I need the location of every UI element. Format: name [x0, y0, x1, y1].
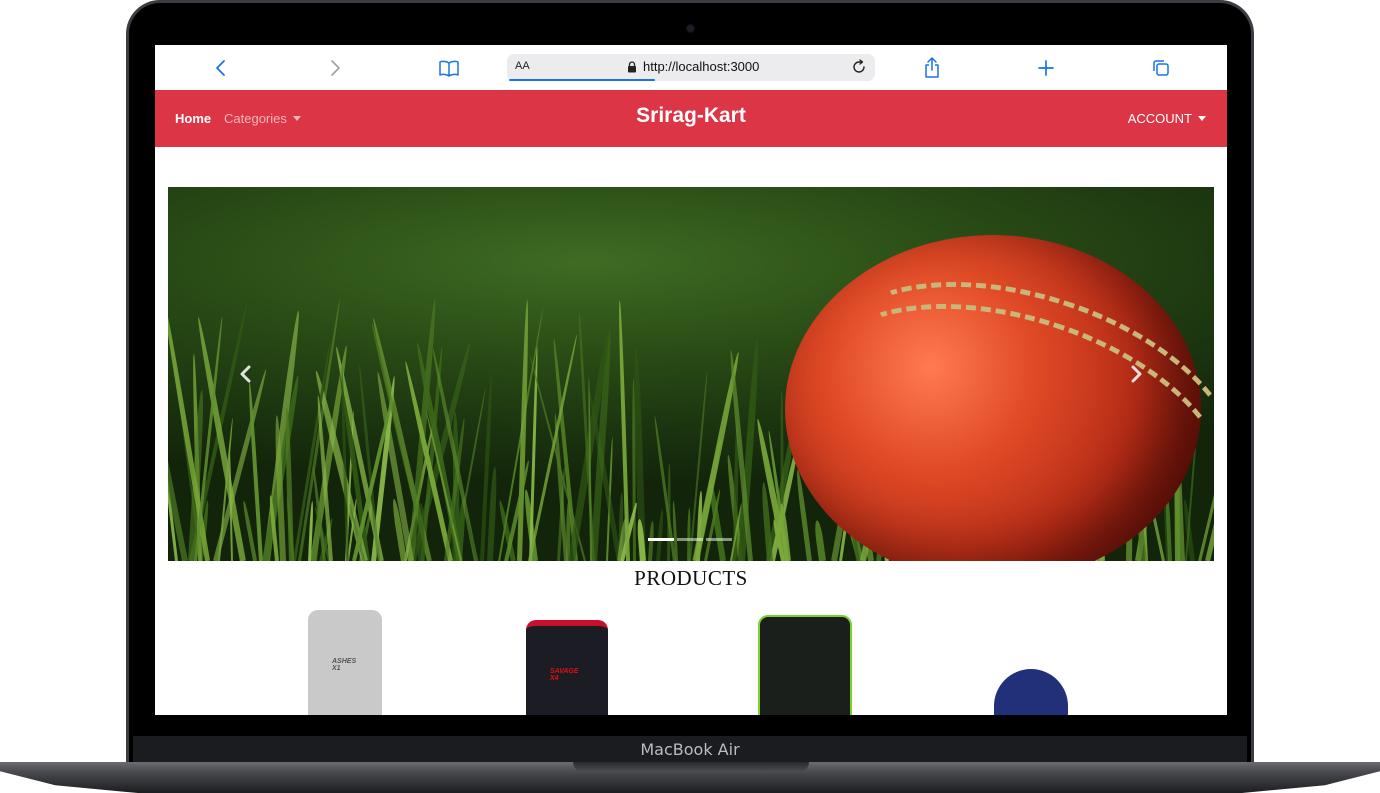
- back-icon[interactable]: [208, 55, 234, 81]
- reload-icon[interactable]: [851, 59, 867, 80]
- nav-account-dropdown[interactable]: ACCOUNT: [1128, 111, 1206, 126]
- grass-blade: [487, 467, 498, 561]
- grass-blade: [656, 509, 665, 561]
- carousel-indicator[interactable]: [648, 538, 674, 541]
- carousel-indicators: [648, 538, 732, 541]
- tabs-icon[interactable]: [1148, 55, 1174, 81]
- lock-icon: [627, 60, 637, 78]
- carousel-indicator[interactable]: [677, 538, 703, 541]
- browser-screen: AA http://localhost:3000 Home Categories…: [155, 45, 1227, 715]
- chevron-left-icon[interactable]: [238, 363, 254, 390]
- caret-down-icon: [1198, 116, 1206, 121]
- cricket-ball-image: [779, 234, 1214, 561]
- laptop-chin: MacBook Air: [133, 736, 1247, 762]
- new-tab-icon[interactable]: [1033, 55, 1059, 81]
- nav-account-label: ACCOUNT: [1127, 111, 1192, 126]
- products-heading: PRODUCTS: [634, 566, 748, 590]
- share-icon[interactable]: [919, 55, 945, 81]
- chevron-right-icon[interactable]: [1128, 363, 1144, 390]
- reader-text-size-button[interactable]: AA: [515, 60, 530, 72]
- grass-blade: [416, 502, 425, 561]
- carousel-indicator[interactable]: [706, 538, 732, 541]
- product-image: [758, 615, 852, 715]
- product-image: [994, 669, 1068, 715]
- grass-blade: [813, 520, 827, 561]
- browser-toolbar: AA http://localhost:3000: [155, 45, 1227, 91]
- hero-carousel[interactable]: [168, 187, 1214, 561]
- laptop-notch: [573, 762, 809, 772]
- device-label: MacBook Air: [640, 739, 740, 759]
- grass-blade: [284, 408, 294, 561]
- forward-icon[interactable]: [322, 55, 348, 81]
- url-text: http://localhost:3000: [643, 59, 760, 74]
- address-bar[interactable]: AA http://localhost:3000: [507, 54, 875, 81]
- product-label: ASHES X1: [332, 658, 357, 672]
- bookmarks-icon[interactable]: [436, 55, 462, 81]
- camera-icon: [687, 25, 694, 32]
- top-navbar: Home Categories Srirag-Kart ACCOUNT: [155, 90, 1227, 147]
- product-label: SAVAGE X4: [550, 668, 579, 682]
- brand-logo[interactable]: Srirag-Kart: [155, 104, 1227, 128]
- page-load-progress: [509, 79, 655, 81]
